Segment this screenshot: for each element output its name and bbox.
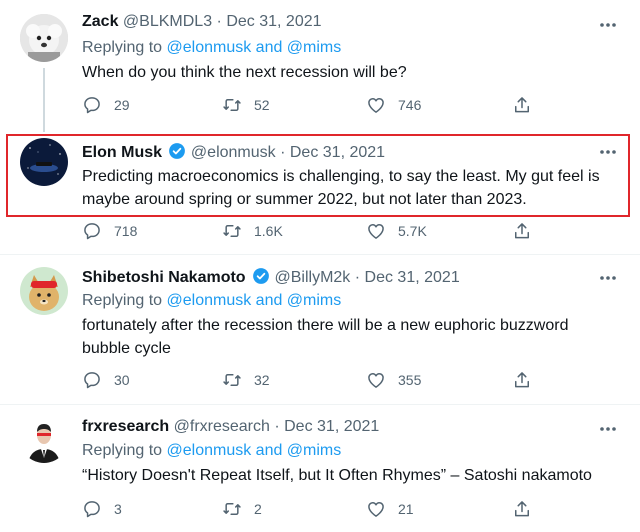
user-handle[interactable]: @BLKMDL3: [123, 13, 212, 30]
tweet-actions: 718 1.6K 5.7K: [82, 219, 542, 243]
replying-to-mentions[interactable]: @elonmusk and @mims: [167, 292, 342, 309]
replying-to-label: Replying to: [82, 292, 163, 309]
retweet-icon: [223, 99, 241, 111]
reply-count: 30: [114, 372, 130, 388]
display-name[interactable]: Shibetoshi Nakamoto: [82, 269, 246, 286]
replying-to: Replying to @elonmusk and @mims: [82, 292, 341, 310]
share-action[interactable]: [512, 497, 544, 521]
user-handle[interactable]: @BillyM2k: [274, 269, 350, 286]
share-icon: [515, 372, 529, 388]
reply-icon: [84, 97, 100, 114]
tweet-text: When do you think the next recession wil…: [82, 64, 407, 81]
reply-action[interactable]: 30: [82, 368, 130, 392]
reply-count: 29: [114, 97, 130, 113]
more-icon[interactable]: [598, 419, 618, 439]
like-icon: [368, 502, 384, 517]
like-count: 746: [398, 97, 422, 113]
share-icon: [515, 97, 529, 113]
tweet-date[interactable]: Dec 31, 2021: [365, 269, 460, 286]
tweet-text-line: fortunately after the recession there wi…: [82, 317, 569, 334]
retweet-action[interactable]: 52: [222, 93, 270, 117]
tweet-actions: 3 2 21: [82, 497, 542, 521]
retweet-icon: [223, 374, 241, 386]
retweet-icon: [223, 503, 241, 515]
user-handle[interactable]: @frxresearch: [174, 418, 270, 435]
avatar-frxresearch[interactable]: [20, 415, 68, 463]
replying-to-mentions[interactable]: @elonmusk and @mims: [167, 442, 342, 459]
tweet-actions: 30 32 355: [82, 368, 542, 392]
tweet-date[interactable]: Dec 31, 2021: [226, 13, 321, 30]
retweet-action[interactable]: 32: [222, 368, 270, 392]
avatar-zack[interactable]: [20, 14, 68, 62]
reply-icon: [84, 501, 100, 518]
reply-icon: [84, 223, 100, 240]
like-action[interactable]: 21: [366, 497, 414, 521]
more-icon[interactable]: [598, 15, 618, 35]
more-icon[interactable]: [598, 268, 618, 288]
like-action[interactable]: 5.7K: [366, 219, 427, 243]
avatar-shibetoshi[interactable]: [20, 267, 68, 315]
like-icon: [368, 373, 384, 388]
like-action[interactable]: 355: [366, 368, 421, 392]
like-count: 5.7K: [398, 223, 427, 239]
like-icon: [368, 224, 384, 239]
thread-connector-line: [43, 68, 45, 132]
separator-dot: ·: [274, 418, 280, 435]
retweet-action[interactable]: 2: [222, 497, 262, 521]
retweet-count: 2: [254, 501, 262, 517]
replying-to-label: Replying to: [82, 442, 163, 459]
like-action[interactable]: 746: [366, 93, 421, 117]
reply-action[interactable]: 3: [82, 497, 122, 521]
replying-to-label: Replying to: [82, 39, 163, 56]
share-icon: [515, 501, 529, 517]
separator-dot: ·: [216, 13, 222, 30]
tweet-header: frxresearch @frxresearch · Dec 31, 2021: [82, 418, 379, 436]
tweet-header: Shibetoshi Nakamoto @BillyM2k · Dec 31, …: [82, 267, 460, 287]
replying-to: Replying to @elonmusk and @mims: [82, 442, 341, 460]
dog-avatar-image: [20, 14, 68, 62]
tweet-frxresearch[interactable]: frxresearch @frxresearch · Dec 31, 2021 …: [0, 405, 640, 532]
tweet-header: Zack @BLKMDL3 · Dec 31, 2021: [82, 13, 322, 31]
tweet-zack[interactable]: Zack @BLKMDL3 · Dec 31, 2021 Replying to…: [0, 0, 640, 130]
retweet-count: 52: [254, 97, 270, 113]
retweet-count: 32: [254, 372, 270, 388]
separator-dot: ·: [354, 269, 361, 286]
reply-action[interactable]: 718: [82, 219, 137, 243]
retweet-action[interactable]: 1.6K: [222, 219, 283, 243]
tweet-date[interactable]: Dec 31, 2021: [284, 418, 379, 435]
tweet-shibetoshi[interactable]: Shibetoshi Nakamoto @BillyM2k · Dec 31, …: [0, 255, 640, 400]
retweet-icon: [223, 225, 241, 237]
share-icon: [515, 223, 529, 239]
share-action[interactable]: [512, 93, 544, 117]
replying-to-mentions[interactable]: @elonmusk and @mims: [167, 39, 342, 56]
replying-to: Replying to @elonmusk and @mims: [82, 39, 341, 57]
display-name[interactable]: frxresearch: [82, 418, 169, 435]
reply-count: 718: [114, 223, 138, 239]
share-action[interactable]: [512, 368, 544, 392]
tweet-text: fortunately after the recession there wi…: [82, 314, 612, 360]
person-avatar-image: [20, 415, 68, 463]
like-icon: [368, 98, 384, 113]
reply-icon: [84, 372, 100, 389]
reply-action[interactable]: 29: [82, 93, 130, 117]
share-action[interactable]: [512, 219, 544, 243]
highlight-box: [6, 134, 630, 217]
tweet-actions: 29 52 746: [82, 93, 542, 117]
verified-icon: [253, 268, 269, 284]
like-count: 355: [398, 372, 422, 388]
tweet-text: “History Doesn't Repeat Itself, but It O…: [82, 467, 592, 484]
reply-count: 3: [114, 501, 122, 517]
doge-avatar-image: [20, 267, 68, 315]
retweet-count: 1.6K: [254, 223, 283, 239]
like-count: 21: [398, 501, 414, 517]
display-name[interactable]: Zack: [82, 13, 118, 30]
tweet-text-line: bubble cycle: [82, 340, 171, 357]
